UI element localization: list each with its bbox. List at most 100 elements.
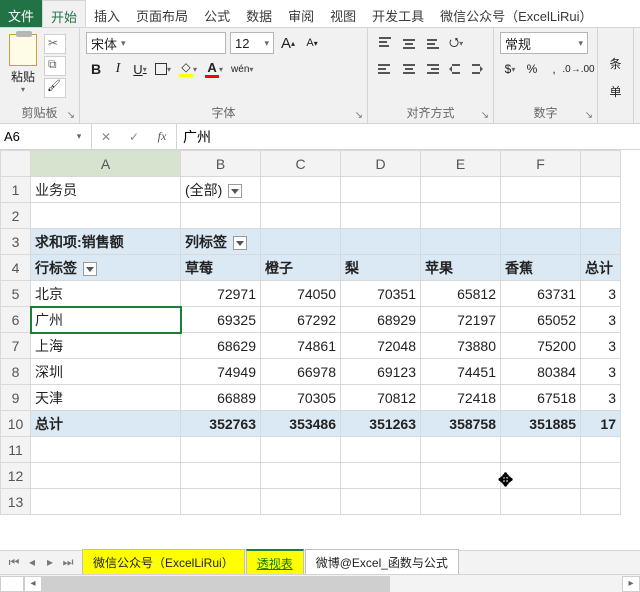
cell-E7[interactable]: 73880 bbox=[421, 333, 501, 359]
accounting-format-button[interactable]: $▾ bbox=[500, 58, 520, 80]
cell-D7[interactable]: 72048 bbox=[341, 333, 421, 359]
borders-button[interactable]: ▾ bbox=[152, 58, 174, 80]
sheet-nav-prev[interactable]: ◂ bbox=[24, 555, 40, 570]
number-format-combo[interactable]: 常规▾ bbox=[500, 32, 588, 54]
insert-function-button[interactable]: fx bbox=[148, 129, 176, 144]
cancel-formula-button[interactable]: ✕ bbox=[92, 130, 120, 144]
row-header-5[interactable]: 5 bbox=[1, 281, 31, 307]
font-size-combo[interactable]: 12▾ bbox=[230, 32, 274, 54]
row-header-11[interactable]: 11 bbox=[1, 437, 31, 463]
sheet-tab-1[interactable]: 透视表 bbox=[246, 549, 304, 576]
cell-C10[interactable]: 353486 bbox=[261, 411, 341, 437]
cell-F10[interactable]: 351885 bbox=[501, 411, 581, 437]
cell-B8[interactable]: 74949 bbox=[181, 359, 261, 385]
cell-G5[interactable]: 3 bbox=[581, 281, 621, 307]
worksheet-area[interactable]: ABCDEF1业务员(全部) 23求和项:销售额列标签 4行标签 草莓橙子梨苹果… bbox=[0, 150, 640, 530]
col-header-B[interactable]: B bbox=[181, 151, 261, 177]
col-header-last[interactable] bbox=[581, 151, 621, 177]
ribbon-tab-9[interactable]: 微信公众号（ExcelLiRui） bbox=[432, 0, 600, 27]
cell-E5[interactable]: 65812 bbox=[421, 281, 501, 307]
name-box[interactable]: ▾ bbox=[0, 124, 92, 149]
name-box-input[interactable] bbox=[0, 127, 70, 146]
cell-F6[interactable]: 65052 bbox=[501, 307, 581, 333]
sheet-nav-first[interactable]: ⏮ bbox=[6, 555, 22, 570]
ribbon-tab-6[interactable]: 审阅 bbox=[280, 0, 322, 27]
cell-E10[interactable]: 358758 bbox=[421, 411, 501, 437]
format-painter-button[interactable] bbox=[44, 78, 66, 98]
bold-button[interactable]: B bbox=[86, 58, 106, 80]
col-header-C[interactable]: C bbox=[261, 151, 341, 177]
pivot-column-label[interactable]: 列标签 bbox=[181, 229, 261, 255]
cell-C8[interactable]: 66978 bbox=[261, 359, 341, 385]
comma-format-button[interactable]: , bbox=[544, 58, 564, 80]
ribbon-tab-5[interactable]: 数据 bbox=[238, 0, 280, 27]
align-middle-button[interactable] bbox=[398, 32, 420, 54]
sheet-tab-0[interactable]: 微信公众号（ExcelLiRui） bbox=[82, 549, 245, 576]
conditional-formatting-button[interactable]: 条 bbox=[606, 53, 626, 75]
hscroll-left[interactable]: ◂ bbox=[24, 576, 42, 592]
worksheet-grid[interactable]: ABCDEF1业务员(全部) 23求和项:销售额列标签 4行标签 草莓橙子梨苹果… bbox=[0, 150, 621, 515]
font-launcher[interactable]: ↘ bbox=[355, 110, 363, 121]
row-header-7[interactable]: 7 bbox=[1, 333, 31, 359]
fill-color-button[interactable]: ◇▾ bbox=[176, 58, 200, 80]
row-header-3[interactable]: 3 bbox=[1, 229, 31, 255]
increase-decimal-button[interactable]: .0→.00 bbox=[566, 58, 591, 80]
cell-D9[interactable]: 70812 bbox=[341, 385, 421, 411]
cell-A9[interactable]: 天津 bbox=[31, 385, 181, 411]
cell-styles-button[interactable]: 单 bbox=[606, 81, 626, 103]
row-header-1[interactable]: 1 bbox=[1, 177, 31, 203]
cell-B10[interactable]: 352763 bbox=[181, 411, 261, 437]
italic-button[interactable]: I bbox=[108, 58, 128, 80]
decrease-indent-button[interactable] bbox=[445, 58, 465, 80]
cell-A8[interactable]: 深圳 bbox=[31, 359, 181, 385]
col-header-E[interactable]: E bbox=[421, 151, 501, 177]
pivot-row-label[interactable]: 行标签 bbox=[31, 255, 181, 281]
phonetic-button[interactable]: wén▾ bbox=[228, 58, 256, 80]
shrink-font-button[interactable]: A▾ bbox=[302, 32, 322, 54]
ribbon-tab-7[interactable]: 视图 bbox=[322, 0, 364, 27]
sheet-nav-next[interactable]: ▸ bbox=[42, 555, 58, 570]
cell-F9[interactable]: 67518 bbox=[501, 385, 581, 411]
ribbon-tab-0[interactable]: 文件 bbox=[0, 0, 42, 27]
col-header-A[interactable]: A bbox=[31, 151, 181, 177]
row-header-12[interactable]: 12 bbox=[1, 463, 31, 489]
hscroll-thumb[interactable] bbox=[42, 576, 390, 592]
cell-D5[interactable]: 70351 bbox=[341, 281, 421, 307]
horizontal-scrollbar[interactable]: ◂ ▸ bbox=[0, 574, 640, 592]
orientation-button[interactable]: ⭯▾ bbox=[446, 32, 466, 54]
cell-A7[interactable]: 上海 bbox=[31, 333, 181, 359]
align-bottom-button[interactable] bbox=[422, 32, 444, 54]
col-header-D[interactable]: D bbox=[341, 151, 421, 177]
hscroll-track[interactable] bbox=[42, 576, 622, 592]
cell-B5[interactable]: 72971 bbox=[181, 281, 261, 307]
row-header-6[interactable]: 6 bbox=[1, 307, 31, 333]
cell-G10[interactable]: 17 bbox=[581, 411, 621, 437]
cell-C7[interactable]: 74861 bbox=[261, 333, 341, 359]
col-header-F[interactable]: F bbox=[501, 151, 581, 177]
cell-C6[interactable]: 67292 bbox=[261, 307, 341, 333]
cell-C5[interactable]: 74050 bbox=[261, 281, 341, 307]
cell-B7[interactable]: 68629 bbox=[181, 333, 261, 359]
row-header-2[interactable]: 2 bbox=[1, 203, 31, 229]
ribbon-tab-1[interactable]: 开始 bbox=[42, 0, 86, 27]
hscroll-right[interactable]: ▸ bbox=[622, 576, 640, 592]
cut-button[interactable] bbox=[44, 34, 66, 54]
align-right-button[interactable] bbox=[421, 58, 443, 80]
cell-G6[interactable]: 3 bbox=[581, 307, 621, 333]
select-all-corner[interactable] bbox=[1, 151, 31, 177]
paste-button[interactable]: 粘贴 ▾ bbox=[6, 32, 40, 98]
cell-C9[interactable]: 70305 bbox=[261, 385, 341, 411]
ribbon-tab-2[interactable]: 插入 bbox=[86, 0, 128, 27]
align-top-button[interactable] bbox=[374, 32, 396, 54]
cell-G7[interactable]: 3 bbox=[581, 333, 621, 359]
clipboard-launcher[interactable]: ↘ bbox=[67, 110, 75, 121]
cell-D8[interactable]: 69123 bbox=[341, 359, 421, 385]
ribbon-tab-4[interactable]: 公式 bbox=[196, 0, 238, 27]
cell-A6[interactable]: 广州 bbox=[31, 307, 181, 333]
sheet-split-box[interactable] bbox=[0, 576, 24, 592]
cell-E8[interactable]: 74451 bbox=[421, 359, 501, 385]
row-header-4[interactable]: 4 bbox=[1, 255, 31, 281]
row-header-9[interactable]: 9 bbox=[1, 385, 31, 411]
align-center-button[interactable] bbox=[398, 58, 420, 80]
row-header-8[interactable]: 8 bbox=[1, 359, 31, 385]
